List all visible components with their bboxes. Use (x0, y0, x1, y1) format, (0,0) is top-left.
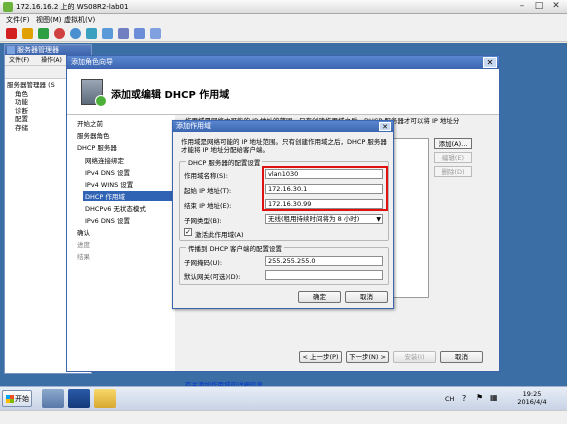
add-scope-button[interactable]: 添加(A)... (434, 138, 472, 149)
start-button[interactable]: 开始 (2, 390, 32, 407)
vm-title-bar: 172.16.16.2 上的 WS08R2-lab01 – □ ✕ (0, 0, 567, 14)
nav-dhcpv6-stateless[interactable]: DHCPv6 无状态模式 (85, 203, 146, 213)
activate-scope-checkbox[interactable]: ✓ (184, 228, 192, 236)
delete-scope-button[interactable]: 删除(D) (434, 166, 472, 177)
explorer-taskbar-icon[interactable] (94, 389, 116, 408)
chevron-down-icon: ▼ (376, 216, 381, 223)
pause-icon[interactable] (22, 28, 33, 39)
vm-menu-file[interactable]: 文件(F) (6, 15, 30, 25)
sm-menu-action[interactable]: 操作(A) (41, 57, 62, 64)
vm-maximize-button[interactable]: □ (531, 1, 547, 13)
previous-button[interactable]: < 上一步(P) (299, 351, 342, 363)
nav-ipv4-wins[interactable]: IPv4 WINS 设置 (85, 179, 133, 189)
power-on-icon[interactable] (38, 28, 49, 39)
start-ip-label: 起始 IP 地址(T): (184, 187, 232, 195)
wizard-cancel-button[interactable]: 取消 (440, 351, 483, 363)
dialog-title: 添加作用域 (176, 122, 211, 130)
send-keys-icon[interactable] (134, 28, 145, 39)
server-manager-title-bar: 服务器管理器 (5, 45, 91, 55)
nav-dhcp-scope[interactable]: DHCP 作用域 (83, 191, 173, 201)
revert-icon[interactable] (70, 28, 81, 39)
vm-app-icon (3, 2, 13, 12)
taskbar: 开始 CH ? ⚑ ▦ 19:25 2016/4/4 (0, 386, 567, 410)
nav-ipv4-dns[interactable]: IPv4 DNS 设置 (85, 167, 130, 177)
server-manager-icon (7, 46, 15, 54)
subnet-mask-input[interactable]: 255.255.255.0 (265, 256, 383, 266)
network-icon[interactable]: ▦ (490, 393, 498, 402)
full-screen-icon[interactable] (118, 28, 129, 39)
client-settings-caption: 传播到 DHCP 客户端的配置设置 (186, 243, 284, 253)
flag-icon[interactable]: ⚑ (476, 393, 483, 402)
vm-toolbar (0, 26, 567, 42)
nav-confirmation[interactable]: 确认 (77, 227, 90, 237)
vm-minimize-button[interactable]: – (514, 1, 530, 13)
nav-server-roles[interactable]: 服务器角色 (77, 130, 110, 140)
powershell-taskbar-icon[interactable] (68, 389, 90, 408)
vm-window-title: 172.16.16.2 上的 WS08R2-lab01 (16, 3, 129, 11)
wizard-close-button[interactable]: ✕ (483, 57, 497, 68)
vm-status-bar (0, 410, 567, 424)
language-indicator[interactable]: CH (445, 395, 454, 403)
add-scope-dialog: 添加作用域 ✕ 作用域是网络可能的 IP 地址范围。只有创建作用域之后，DHCP… (172, 120, 394, 309)
settings-icon[interactable] (102, 28, 113, 39)
nav-ipv6-dns[interactable]: IPv6 DNS 设置 (85, 215, 130, 225)
vm-menu-view[interactable]: 视图(M) (36, 15, 62, 25)
install-button[interactable]: 安装(I) (393, 351, 436, 363)
server-role-icon (81, 79, 107, 107)
clock[interactable]: 19:25 2016/4/4 (512, 390, 552, 406)
activate-scope-label: 激活此作用域(A) (195, 231, 244, 239)
wizard-header: 添加或编辑 DHCP 作用域 (67, 69, 499, 115)
nav-results: 结果 (77, 253, 90, 261)
dialog-intro: 作用域是网络可能的 IP 地址范围。只有创建作用域之后，DHCP 服务器才能将 … (181, 138, 387, 154)
nav-network-binding[interactable]: 网络连接绑定 (85, 155, 124, 165)
wizard-nav: 开始之前 服务器角色 DHCP 服务器 网络连接绑定 IPv4 DNS 设置 I… (67, 115, 175, 371)
server-settings-caption: DHCP 服务器的配置设置 (186, 157, 263, 167)
subnet-type-value: 无线(租用持续时间将为 8 小时) (268, 215, 360, 223)
sm-menu-file[interactable]: 文件(F) (9, 57, 29, 64)
server-manager-title: 服务器管理器 (17, 46, 59, 54)
wizard-title: 添加角色向导 (71, 58, 113, 66)
nav-before-you-begin[interactable]: 开始之前 (77, 118, 103, 128)
dialog-ok-button[interactable]: 确定 (298, 291, 341, 303)
unity-icon[interactable] (150, 28, 161, 39)
end-ip-label: 结束 IP 地址(E): (184, 202, 232, 210)
vm-menu-bar: 文件(F) 视图(M) 虚拟机(V) (0, 14, 567, 26)
clock-date: 2016/4/4 (517, 398, 547, 406)
dialog-close-button[interactable]: ✕ (379, 122, 391, 131)
power-off-icon[interactable] (6, 28, 17, 39)
highlight-box (262, 166, 388, 211)
nav-progress: 进度 (77, 241, 90, 249)
clock-time: 19:25 (522, 390, 542, 398)
server-manager-taskbar-icon[interactable] (42, 389, 64, 408)
next-button[interactable]: 下一步(N) > (346, 351, 389, 363)
subnet-type-select[interactable]: 无线(租用持续时间将为 8 小时) ▼ (265, 214, 383, 224)
snapshot-icon[interactable] (86, 28, 97, 39)
wizard-heading: 添加或编辑 DHCP 作用域 (111, 90, 230, 101)
subnet-mask-label: 子网掩码(U): (184, 259, 223, 267)
dialog-cancel-button[interactable]: 取消 (345, 291, 388, 303)
wizard-title-bar: 添加角色向导 ✕ (67, 56, 499, 69)
vm-close-button[interactable]: ✕ (548, 1, 564, 13)
reset-icon[interactable] (54, 28, 65, 39)
nav-dhcp-server[interactable]: DHCP 服务器 (77, 142, 117, 152)
edit-scope-button[interactable]: 编辑(E) (434, 152, 472, 163)
dialog-title-bar: 添加作用域 ✕ (173, 121, 393, 132)
scope-name-label: 作用域名称(S): (184, 172, 228, 180)
vm-menu-vm[interactable]: 虚拟机(V) (64, 15, 95, 25)
gateway-input[interactable] (265, 270, 383, 280)
gateway-label: 默认网关(可选)(D): (184, 273, 241, 281)
subnet-type-label: 子网类型(B): (184, 217, 222, 225)
help-icon[interactable]: ? (462, 394, 466, 403)
